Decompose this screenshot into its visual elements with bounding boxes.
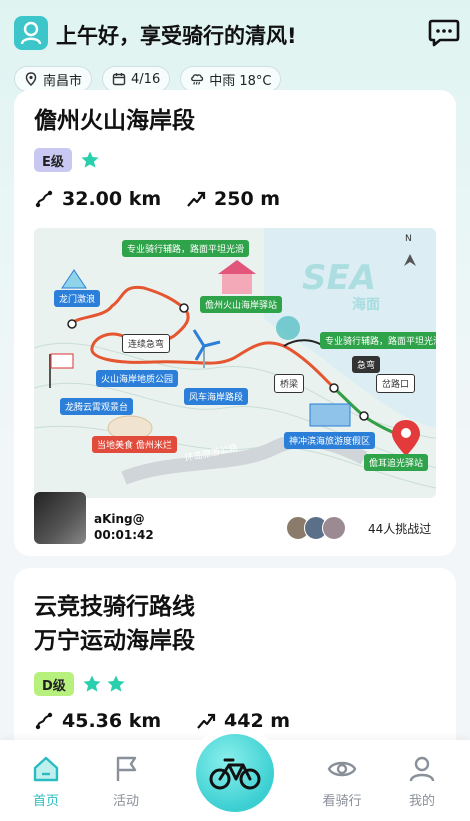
flag-icon <box>116 756 137 781</box>
date-chip[interactable]: 4/16 <box>102 66 171 92</box>
star-icon <box>81 151 99 168</box>
map-label: 岔路口 <box>376 374 416 393</box>
weather-chip[interactable]: 中雨 18°C <box>180 66 282 92</box>
tab-label: 我的 <box>408 794 435 809</box>
elevation-stat: 250 m <box>186 188 280 210</box>
star-icon <box>83 675 101 692</box>
elevation-trend-icon <box>197 713 216 729</box>
start-ride-button[interactable] <box>196 734 274 812</box>
distance-stat: 45.36 km <box>34 710 196 732</box>
star-icon <box>107 675 125 692</box>
map-label: 连续急弯 <box>122 334 171 353</box>
elevation-value: 442 m <box>224 710 291 732</box>
tab-label: 首页 <box>32 794 59 809</box>
elevation-trend-icon <box>187 191 206 207</box>
map-label: 当地美食 儋州米烂 <box>92 436 177 453</box>
best-rider-row[interactable]: aKing@ 00:01:42 44人挑战过 <box>34 492 436 548</box>
bicycle-icon <box>209 758 261 790</box>
challenger-count: 44人挑战过 <box>368 522 432 536</box>
map-label: 桥梁 <box>274 374 305 393</box>
route-card[interactable]: 儋州火山海岸段 E级 32.00 km 250 m SEA 海面 N 专业骑行辅… <box>14 90 456 556</box>
elevation-stat: 442 m <box>196 710 290 732</box>
home-icon <box>33 756 59 782</box>
distance-value: 32.00 km <box>62 188 162 210</box>
rain-cloud-icon <box>191 74 204 85</box>
rider-thumbnail[interactable] <box>34 492 86 544</box>
greeting-text: 上午好，享受骑行的清风! <box>56 24 297 48</box>
difficulty-badge: E级 <box>34 148 72 172</box>
difficulty-badge: D级 <box>34 672 74 696</box>
header: 上午好，享受骑行的清风! 南昌市 4/16 中雨 18°C <box>0 0 470 100</box>
map-label: 急弯 <box>352 356 381 373</box>
route-title: 儋州火山海岸段 <box>34 108 195 134</box>
calendar-icon <box>112 73 126 86</box>
avatar[interactable] <box>14 16 48 50</box>
map-compass-text: N <box>405 234 412 244</box>
distance-stat: 32.00 km <box>34 188 186 210</box>
tab-home[interactable]: 首页 <box>16 754 76 809</box>
location-chip[interactable]: 南昌市 <box>14 66 93 92</box>
route-subtitle: 万宁运动海岸段 <box>34 628 195 654</box>
rider-name: aKing@ <box>94 512 145 526</box>
map-label: 儋州火山海岸驿站 <box>200 296 283 313</box>
tab-activities[interactable]: 活动 <box>96 754 156 809</box>
route-map[interactable]: SEA 海面 N 专业骑行辅路，路面平坦光滑 儋州火山海岸驿站 龙门激浪 连续急… <box>34 228 436 498</box>
map-label: 专业骑行辅路，路面平坦光滑 <box>320 332 436 349</box>
user-avatar-icon <box>20 21 42 45</box>
location-text: 南昌市 <box>43 73 83 89</box>
chat-icon <box>428 19 460 47</box>
map-label: 专业骑行辅路，路面平坦光滑 <box>122 240 250 257</box>
location-pin-icon <box>25 72 37 86</box>
route-distance-icon <box>35 712 53 730</box>
map-label: 龙腾云霄观景台 <box>60 398 134 415</box>
eye-icon <box>327 761 357 777</box>
tab-label: 活动 <box>112 794 139 809</box>
map-sea-cn-text: 海面 <box>352 297 380 313</box>
map-sea-text: SEA <box>302 258 377 298</box>
tab-watch-rides[interactable]: 看骑行 <box>312 754 372 809</box>
map-label: 龙门激浪 <box>54 290 101 307</box>
tab-profile[interactable]: 我的 <box>392 754 452 809</box>
route-distance-icon <box>35 190 53 208</box>
date-text: 4/16 <box>131 71 161 87</box>
map-label: 火山海岸地质公园 <box>96 370 179 387</box>
avatar <box>322 516 346 540</box>
profile-icon <box>409 756 435 782</box>
map-label: 儋耳追光驿站 <box>364 454 429 471</box>
message-button[interactable] <box>428 19 460 47</box>
route-title: 云竞技骑行路线 <box>34 594 195 620</box>
map-label: 风车海岸路段 <box>184 388 249 405</box>
weather-text: 中雨 18°C <box>209 73 272 89</box>
challenger-avatars[interactable] <box>286 516 346 540</box>
rider-time: 00:01:42 <box>94 528 154 542</box>
distance-value: 45.36 km <box>62 710 162 732</box>
elevation-value: 250 m <box>214 188 281 210</box>
map-label: 神冲滨海旅游度假区 <box>284 432 376 449</box>
tab-label: 看骑行 <box>322 794 362 809</box>
